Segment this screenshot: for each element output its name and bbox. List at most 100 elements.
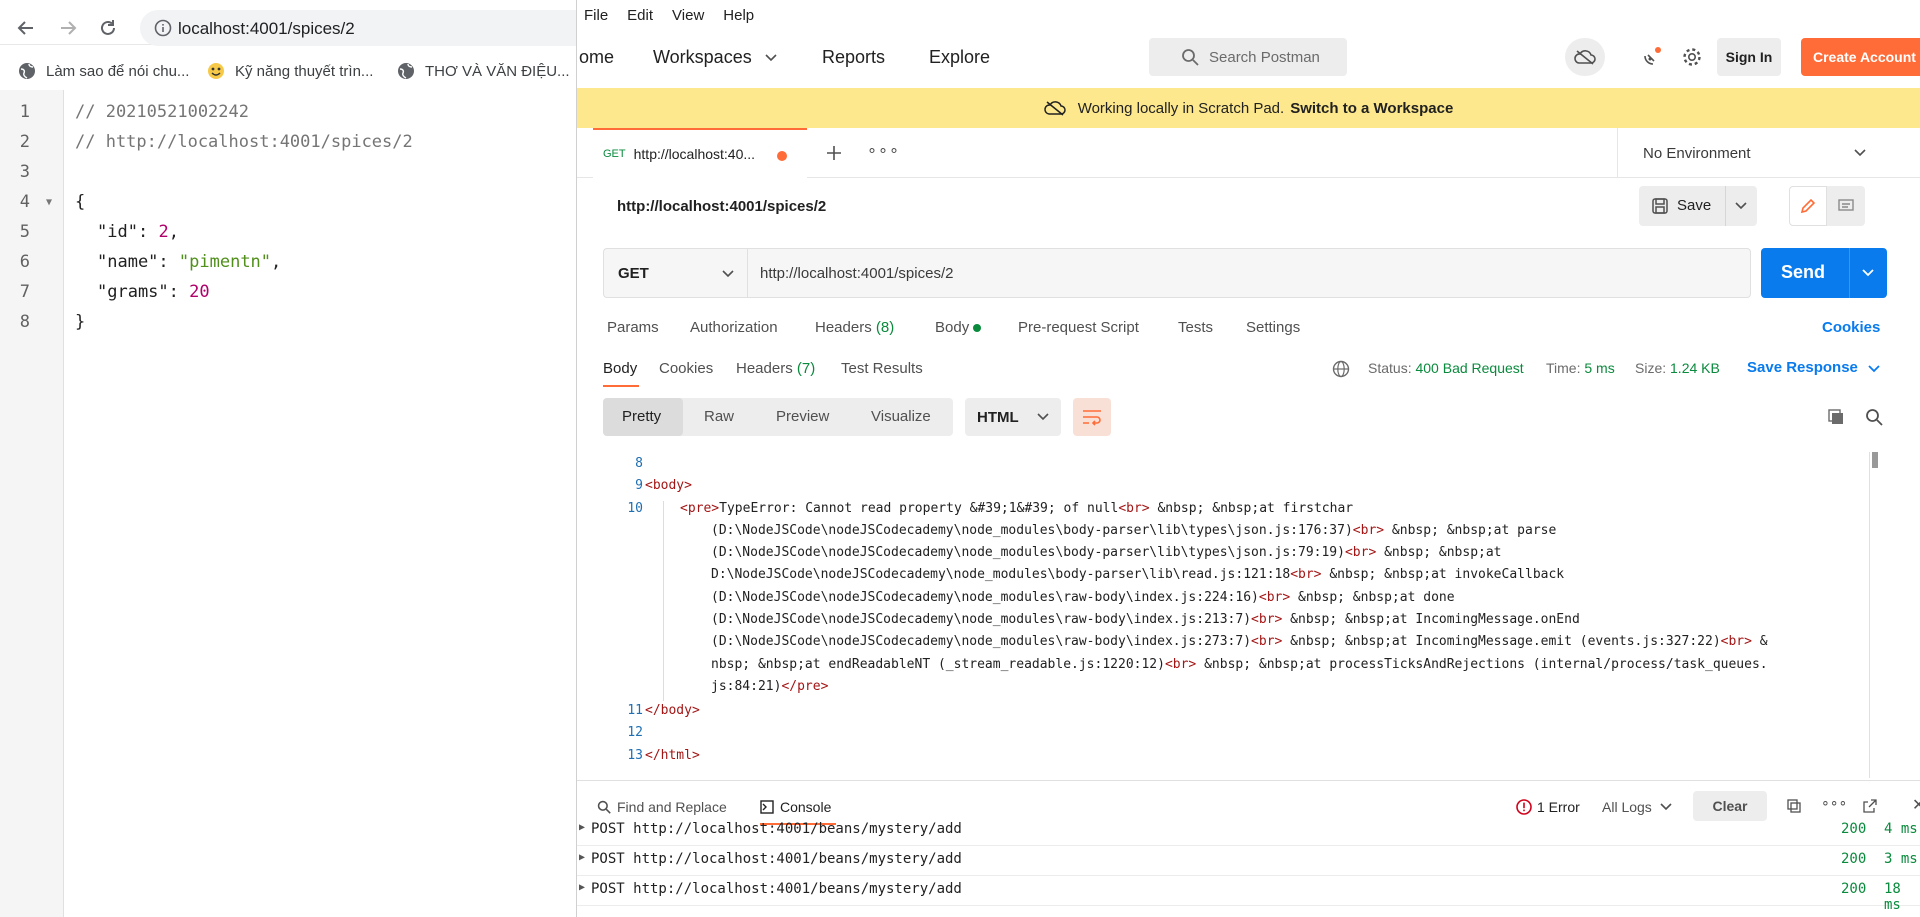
resp-tab-headers-label[interactable]: Headers [736,360,793,377]
sync-button[interactable] [1565,38,1605,76]
find-replace-tab[interactable]: Find and Replace [597,799,727,815]
comments-toggle[interactable] [1827,186,1865,226]
url-value[interactable]: http://localhost:4001/spices/2 [760,265,953,282]
expand-caret-icon[interactable]: ▶ [579,852,585,863]
sign-in-button[interactable]: Sign In [1717,38,1781,76]
nav-explore[interactable]: Explore [929,47,990,68]
bookmark-label[interactable]: THƠ VÀ VĂN ĐIỆU... [425,63,570,80]
method-select[interactable]: GET [603,248,747,298]
search-input[interactable]: Search Postman [1149,38,1347,76]
size-value[interactable]: 1.24 KB [1670,360,1720,376]
console-request[interactable]: POST http://localhost:4001/beans/mystery… [591,881,962,897]
popout-icon[interactable] [1863,799,1877,813]
copy-icon[interactable] [1827,408,1845,426]
tab-headers-label[interactable]: Headers [815,319,872,336]
more-options-icon[interactable]: ∘∘∘ [1821,794,1847,811]
send-label[interactable]: Send [1781,262,1825,283]
edit-toggle[interactable] [1789,186,1827,226]
format-label[interactable]: HTML [977,409,1019,426]
tab-body-label[interactable]: Body [935,319,969,336]
find-replace-label[interactable]: Find and Replace [617,799,727,815]
log-level-select[interactable]: All Logs [1602,799,1672,815]
expand-caret-icon[interactable]: ▶ [579,822,585,833]
tab-body[interactable]: Body [935,319,982,336]
chevron-down-icon[interactable] [1735,202,1747,210]
search-placeholder[interactable]: Search Postman [1209,49,1320,66]
tab-headers[interactable]: Headers (8) [815,319,894,336]
chevron-down-icon[interactable] [765,54,777,62]
status-value[interactable]: 400 Bad Request [1415,360,1523,376]
menu-edit[interactable]: Edit [627,7,653,24]
error-count-label[interactable]: 1 Error [1537,799,1580,815]
response-scrollbar[interactable] [1869,452,1879,778]
environment-selector[interactable]: No Environment [1617,128,1920,178]
format-select[interactable]: HTML [965,398,1061,436]
console-request[interactable]: POST http://localhost:4001/beans/mystery… [591,851,962,867]
more-tabs-icon[interactable]: ∘∘∘ [867,140,900,160]
resp-tab-body[interactable]: Body [603,360,637,377]
save-response-button[interactable]: Save Response [1747,359,1858,376]
reload-button[interactable] [92,12,124,44]
save-label[interactable]: Save [1677,197,1711,214]
nav-reports[interactable]: Reports [822,47,885,68]
menu-file[interactable]: File [584,7,608,24]
wrap-lines-button[interactable] [1073,398,1111,436]
nav-home[interactable]: ome [579,47,614,68]
tab-params[interactable]: Params [607,319,659,336]
menu-help[interactable]: Help [723,7,754,24]
request-name[interactable]: http://localhost:4001/spices/2 [617,198,826,215]
request-tab[interactable]: GET http://localhost:40... [593,128,807,178]
bookmark-label[interactable]: Kỹ năng thuyết trìn... [235,63,373,80]
bookmark-item[interactable]: Kỹ năng thuyết trìn... [207,60,373,82]
view-visualize[interactable]: Visualize [871,408,931,425]
new-tab-plus-icon[interactable] [825,144,843,162]
tab-tests[interactable]: Tests [1178,319,1213,336]
resp-tab-headers[interactable]: Headers (7) [736,360,815,377]
console-row[interactable]: ▶ POST http://localhost:4001/beans/myste… [577,876,1920,913]
tab-prerequest-script[interactable]: Pre-request Script [1018,319,1139,336]
view-preview[interactable]: Preview [776,408,829,425]
chevron-down-icon[interactable] [1868,365,1880,373]
save-button[interactable]: Save [1639,186,1757,226]
bookmark-item[interactable]: Làm sao để nói chu... [18,60,189,82]
tab-authorization[interactable]: Authorization [690,319,778,336]
back-button[interactable] [10,12,42,44]
nav-workspaces[interactable]: Workspaces [653,47,752,68]
create-account-button[interactable]: Create Account [1801,38,1920,76]
forward-button[interactable] [52,12,84,44]
time-value[interactable]: 5 ms [1584,360,1614,376]
address-bar[interactable]: localhost:4001/spices/2 [140,10,576,46]
console-label[interactable]: Console [780,799,831,815]
address-url[interactable]: localhost:4001/spices/2 [178,19,355,39]
console-request[interactable]: POST http://localhost:4001/beans/mystery… [591,821,962,837]
environment-label[interactable]: No Environment [1643,145,1751,162]
view-raw[interactable]: Raw [704,408,734,425]
error-count[interactable]: 1 Error [1516,799,1580,815]
scrollbar-thumb[interactable] [1872,452,1878,468]
copy-icon[interactable] [1787,799,1801,813]
bookmark-label[interactable]: Làm sao để nói chu... [46,63,189,80]
console-row[interactable]: ▶ POST http://localhost:4001/beans/myste… [577,846,1920,876]
console-tab[interactable]: Console [760,799,831,815]
console-row[interactable]: ▶ POST http://localhost:4001/beans/myste… [577,816,1920,846]
resp-tab-cookies[interactable]: Cookies [659,360,713,377]
send-button[interactable]: Send [1761,248,1887,298]
satellite-button[interactable] [1635,40,1669,74]
view-pretty[interactable]: Pretty [622,408,661,425]
settings-button[interactable] [1675,40,1709,74]
menu-view[interactable]: View [672,7,704,24]
bookmark-item[interactable]: THƠ VÀ VĂN ĐIỆU... [397,60,570,82]
fold-toggle-icon[interactable]: ▼ [46,197,52,208]
log-level-label[interactable]: All Logs [1602,799,1652,815]
globe-icon[interactable] [1332,360,1350,378]
url-input[interactable]: http://localhost:4001/spices/2 [747,248,1751,298]
cookies-link[interactable]: Cookies [1822,319,1880,336]
chevron-down-icon[interactable] [1862,269,1874,277]
close-panel-icon[interactable]: ✕ [1912,795,1920,815]
tab-title[interactable]: http://localhost:40... [634,146,755,162]
resp-tab-test-results[interactable]: Test Results [841,360,923,377]
expand-caret-icon[interactable]: ▶ [579,882,585,893]
switch-workspace-link[interactable]: Switch to a Workspace [1290,100,1453,117]
info-icon[interactable] [154,19,172,37]
search-icon[interactable] [1865,408,1883,426]
